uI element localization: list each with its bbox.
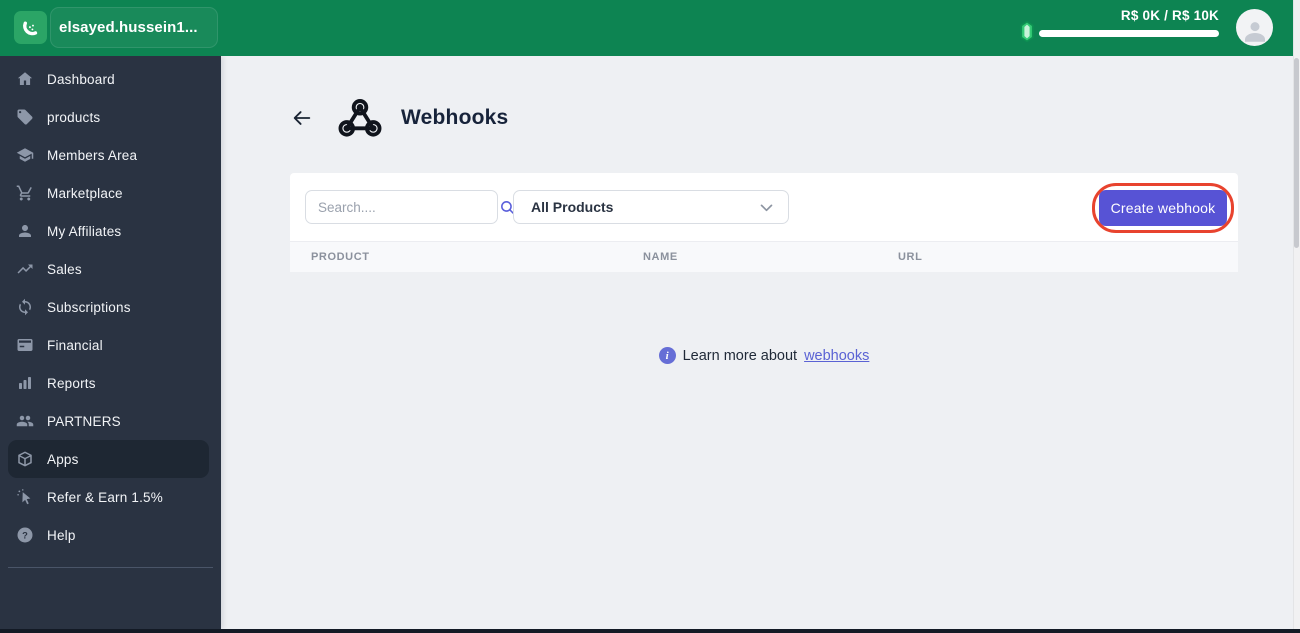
sidebar-item-my-affiliates[interactable]: My Affiliates xyxy=(0,212,221,250)
top-header-bar: elsayed.hussein1... R$ 0K / R$ 10K xyxy=(0,0,1293,56)
sidebar-item-help[interactable]: ? Help xyxy=(0,516,221,554)
tag-icon xyxy=(16,108,34,126)
sync-icon xyxy=(16,298,34,316)
search-box xyxy=(305,190,515,224)
sidebar-item-sales[interactable]: Sales xyxy=(0,250,221,288)
home-icon xyxy=(16,70,34,88)
help-circle-icon: ? xyxy=(16,526,34,544)
arrow-left-icon xyxy=(293,111,311,125)
kiwify-logo[interactable] xyxy=(14,11,47,44)
credit-card-icon xyxy=(16,336,34,354)
sidebar-divider xyxy=(8,567,213,568)
usage-amount: R$ 0K / R$ 10K xyxy=(1120,8,1219,23)
sidebar-item-apps[interactable]: Apps xyxy=(8,440,209,478)
sidebar-nav: Dashboard products Members Area Marketpl… xyxy=(0,56,221,568)
sidebar-item-marketplace[interactable]: Marketplace xyxy=(0,174,221,212)
scrollbar-thumb[interactable] xyxy=(1294,58,1299,248)
page-header: Webhooks xyxy=(290,95,508,141)
bottom-edge-strip xyxy=(0,629,1300,633)
sidebar-item-label: Dashboard xyxy=(47,71,115,87)
users-icon xyxy=(16,412,34,430)
sidebar-item-label: Members Area xyxy=(47,147,138,163)
app-window: elsayed.hussein1... R$ 0K / R$ 10K Dashb… xyxy=(0,0,1300,633)
toolbar: All Products Create webhook xyxy=(290,173,1238,241)
sidebar-item-refer-earn[interactable]: Refer & Earn 1.5% xyxy=(0,478,221,516)
svg-text:?: ? xyxy=(22,530,28,540)
account-name: elsayed.hussein1... xyxy=(59,19,198,36)
product-filter-select[interactable]: All Products xyxy=(513,190,789,224)
user-icon xyxy=(16,222,34,240)
sidebar-item-label: Sales xyxy=(47,261,82,277)
column-header-product: PRODUCT xyxy=(311,251,370,263)
shopping-cart-icon xyxy=(16,184,34,202)
create-webhook-area: Create webhook xyxy=(1092,183,1234,233)
usage-meter: R$ 0K / R$ 10K xyxy=(1013,8,1219,37)
info-icon: i xyxy=(658,347,676,364)
page-title: Webhooks xyxy=(401,106,509,129)
webhooks-card: All Products Create webhook PRODUCT NAME… xyxy=(290,173,1238,272)
sidebar-item-dashboard[interactable]: Dashboard xyxy=(0,60,221,98)
search-input[interactable] xyxy=(306,191,499,223)
sidebar-item-label: Apps xyxy=(47,451,79,467)
table-header-row: PRODUCT NAME URL xyxy=(290,241,1238,272)
account-switcher[interactable]: elsayed.hussein1... xyxy=(50,7,218,48)
person-icon xyxy=(1244,22,1265,42)
empty-state: i Learn more about webhooks xyxy=(290,347,1238,364)
sidebar-item-label: Subscriptions xyxy=(47,299,131,315)
usage-progress-bar xyxy=(1039,30,1219,37)
sidebar-item-financial[interactable]: Financial xyxy=(0,326,221,364)
sidebar-item-label: Help xyxy=(47,527,76,543)
sidebar-item-partners[interactable]: PARTNERS xyxy=(0,402,221,440)
webhook-icon xyxy=(337,95,383,141)
scrollbar-track[interactable] xyxy=(1293,0,1300,633)
webhooks-link[interactable]: webhooks xyxy=(804,348,869,364)
column-header-name: NAME xyxy=(643,251,678,263)
graduation-cap-icon xyxy=(16,146,34,164)
sidebar-item-label: My Affiliates xyxy=(47,223,122,239)
back-button[interactable] xyxy=(290,106,314,130)
sidebar-item-label: products xyxy=(47,109,101,125)
main-content: Webhooks All Products xyxy=(221,56,1293,629)
sidebar: Dashboard products Members Area Marketpl… xyxy=(0,56,221,629)
empty-state-text: Learn more about xyxy=(682,347,798,364)
sidebar-item-label: Reports xyxy=(47,375,96,391)
create-webhook-button[interactable]: Create webhook xyxy=(1099,190,1227,226)
sidebar-item-label: Refer & Earn 1.5% xyxy=(47,489,163,505)
sidebar-item-subscriptions[interactable]: Subscriptions xyxy=(0,288,221,326)
cube-icon xyxy=(16,450,34,468)
cursor-click-icon xyxy=(16,488,34,506)
sidebar-item-label: Financial xyxy=(47,337,103,353)
product-filter-value: All Products xyxy=(531,199,614,215)
trending-up-icon xyxy=(16,260,34,278)
chevron-down-icon xyxy=(758,199,775,216)
sidebar-item-label: Marketplace xyxy=(47,185,123,201)
sidebar-item-label: PARTNERS xyxy=(47,413,121,429)
sidebar-item-reports[interactable]: Reports xyxy=(0,364,221,402)
bar-chart-icon xyxy=(16,374,34,392)
sidebar-item-products[interactable]: products xyxy=(0,98,221,136)
column-header-url: URL xyxy=(898,251,923,263)
kiwi-icon xyxy=(23,21,38,36)
avatar[interactable] xyxy=(1236,9,1273,46)
sidebar-item-members-area[interactable]: Members Area xyxy=(0,136,221,174)
